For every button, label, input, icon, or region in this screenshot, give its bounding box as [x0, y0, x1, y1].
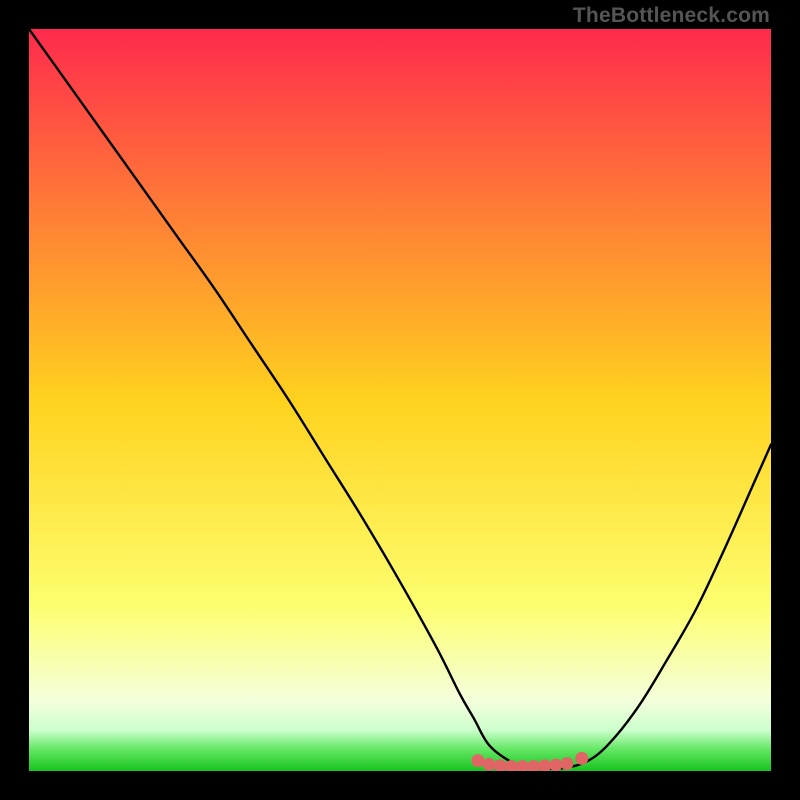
bottleneck-curve [29, 29, 771, 771]
curve-marker [471, 754, 484, 767]
watermark-text: TheBottleneck.com [573, 4, 770, 28]
curve-marker [549, 759, 562, 771]
curve-marker [538, 759, 551, 771]
curve-marker [483, 758, 496, 771]
curve-marker [527, 760, 540, 771]
curve-marker [505, 760, 518, 771]
curve-marker [575, 752, 588, 765]
curve-marker [494, 759, 507, 771]
curve-marker [560, 757, 573, 770]
chart-area [29, 29, 771, 771]
curve-marker [516, 760, 529, 771]
